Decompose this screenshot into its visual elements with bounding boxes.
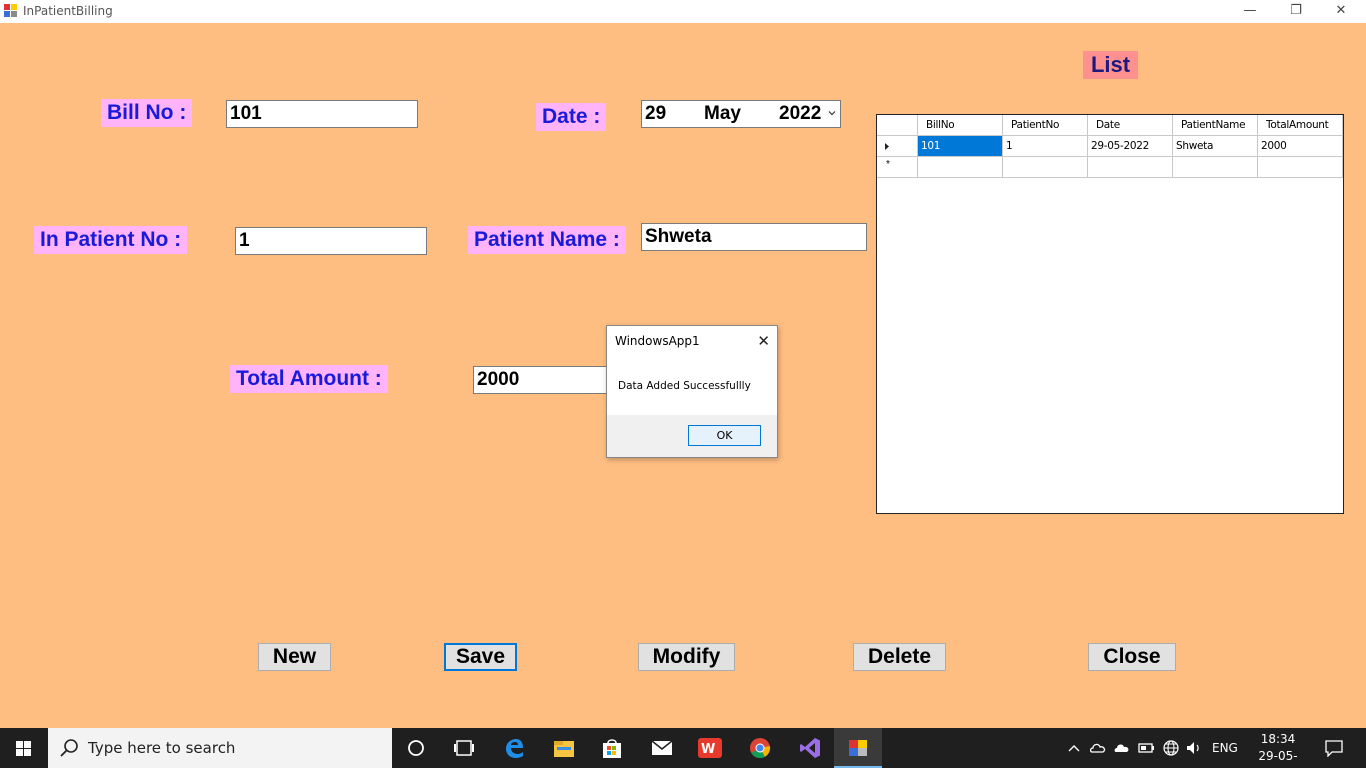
current-row-arrow-icon bbox=[885, 143, 889, 150]
chevron-down-icon[interactable] bbox=[828, 109, 836, 117]
new-cell-patientno[interactable] bbox=[1003, 157, 1088, 178]
modify-button[interactable]: Modify bbox=[638, 643, 735, 671]
dialog-footer: OK bbox=[607, 415, 777, 457]
new-row-marker: * bbox=[886, 159, 890, 170]
task-view-icon[interactable] bbox=[440, 728, 488, 768]
dialog-close-button[interactable]: ✕ bbox=[757, 332, 770, 350]
grid-header-date[interactable]: Date bbox=[1088, 115, 1173, 136]
new-row-selector[interactable]: * bbox=[877, 157, 918, 178]
list-label: List bbox=[1083, 51, 1138, 79]
clock-time: 18:34 bbox=[1260, 732, 1296, 746]
bill-no-input[interactable]: 101 bbox=[226, 100, 418, 128]
title-bar: InPatientBilling — ❐ ✕ bbox=[0, 0, 1366, 23]
in-patient-no-input[interactable]: 1 bbox=[235, 227, 427, 255]
grid-header-totalamount[interactable]: TotalAmount bbox=[1258, 115, 1343, 136]
close-button[interactable]: Close bbox=[1088, 643, 1176, 671]
new-cell-patientname[interactable] bbox=[1173, 157, 1258, 178]
minimize-button[interactable]: — bbox=[1227, 0, 1273, 23]
wps-office-icon[interactable]: W bbox=[686, 728, 734, 768]
new-cell-date[interactable] bbox=[1088, 157, 1173, 178]
total-amount-label: Total Amount : bbox=[230, 365, 388, 393]
app-icon bbox=[4, 4, 18, 18]
onedrive-cloud-icon[interactable] bbox=[1113, 740, 1131, 756]
windows-app-icon[interactable] bbox=[834, 728, 882, 768]
store-icon[interactable] bbox=[588, 728, 636, 768]
close-window-button[interactable]: ✕ bbox=[1318, 0, 1364, 23]
cell-date[interactable]: 29-05-2022 bbox=[1088, 136, 1173, 157]
cell-patientno[interactable]: 1 bbox=[1003, 136, 1088, 157]
chevron-up-icon[interactable] bbox=[1067, 741, 1081, 755]
grid-corner bbox=[877, 115, 918, 136]
date-year: 2022 bbox=[779, 103, 822, 124]
patient-name-input[interactable]: Shweta bbox=[641, 223, 867, 251]
cell-totalamount[interactable]: 2000 bbox=[1258, 136, 1343, 157]
search-placeholder: Type here to search bbox=[88, 739, 236, 757]
taskbar-search-box[interactable]: Type here to search bbox=[48, 728, 392, 768]
volume-icon[interactable] bbox=[1185, 740, 1203, 756]
in-patient-no-label: In Patient No : bbox=[34, 226, 188, 254]
notification-icon[interactable] bbox=[1324, 739, 1344, 757]
new-cell-billno[interactable] bbox=[918, 157, 1003, 178]
dialog-message: Data Added Successfullly bbox=[618, 380, 751, 392]
row-selector[interactable] bbox=[877, 136, 918, 157]
taskbar: Type here to search W ENG 18:34 29-05-20… bbox=[0, 728, 1366, 768]
file-explorer-icon[interactable] bbox=[540, 728, 588, 768]
svg-text:W: W bbox=[701, 742, 715, 757]
grid-header-patientname[interactable]: PatientName bbox=[1173, 115, 1258, 136]
cortana-icon[interactable] bbox=[392, 728, 440, 768]
ok-button[interactable]: OK bbox=[688, 425, 761, 446]
clock-date: 29-05-2022 bbox=[1258, 749, 1298, 768]
windows-logo-icon bbox=[16, 741, 31, 756]
clock[interactable]: 18:34 29-05-2022 bbox=[1244, 731, 1312, 768]
save-button[interactable]: Save bbox=[444, 643, 517, 671]
visual-studio-icon[interactable] bbox=[786, 728, 834, 768]
patient-name-label: Patient Name : bbox=[468, 226, 626, 254]
new-button[interactable]: New bbox=[258, 643, 331, 671]
dialog-title: WindowsApp1 bbox=[615, 334, 700, 348]
date-month: May bbox=[704, 103, 741, 124]
grid-header-billno[interactable]: BillNo bbox=[918, 115, 1003, 136]
date-day: 29 bbox=[645, 103, 667, 124]
battery-icon[interactable] bbox=[1138, 741, 1156, 755]
mail-icon[interactable] bbox=[638, 728, 686, 768]
message-dialog: WindowsApp1 ✕ Data Added Successfullly O… bbox=[606, 325, 778, 458]
network-globe-icon[interactable] bbox=[1162, 739, 1180, 757]
chrome-icon[interactable] bbox=[736, 728, 784, 768]
records-grid[interactable]: BillNo PatientNo Date PatientName TotalA… bbox=[876, 114, 1344, 514]
grid-header-patientno[interactable]: PatientNo bbox=[1003, 115, 1088, 136]
cell-billno[interactable]: 101 bbox=[918, 136, 1003, 157]
search-icon bbox=[60, 739, 78, 757]
edge-browser-icon[interactable] bbox=[490, 728, 538, 768]
bill-no-label: Bill No : bbox=[101, 99, 193, 127]
cell-patientname[interactable]: Shweta bbox=[1173, 136, 1258, 157]
delete-button[interactable]: Delete bbox=[853, 643, 946, 671]
date-label: Date : bbox=[536, 103, 607, 131]
window-title: InPatientBilling bbox=[23, 4, 113, 18]
restore-button[interactable]: ❐ bbox=[1273, 0, 1319, 23]
start-button[interactable] bbox=[0, 728, 48, 768]
date-picker[interactable]: 29 May 2022 bbox=[641, 100, 841, 128]
new-cell-totalamount[interactable] bbox=[1258, 157, 1343, 178]
onedrive-sync-icon[interactable] bbox=[1089, 740, 1107, 756]
language-indicator[interactable]: ENG bbox=[1212, 728, 1238, 768]
